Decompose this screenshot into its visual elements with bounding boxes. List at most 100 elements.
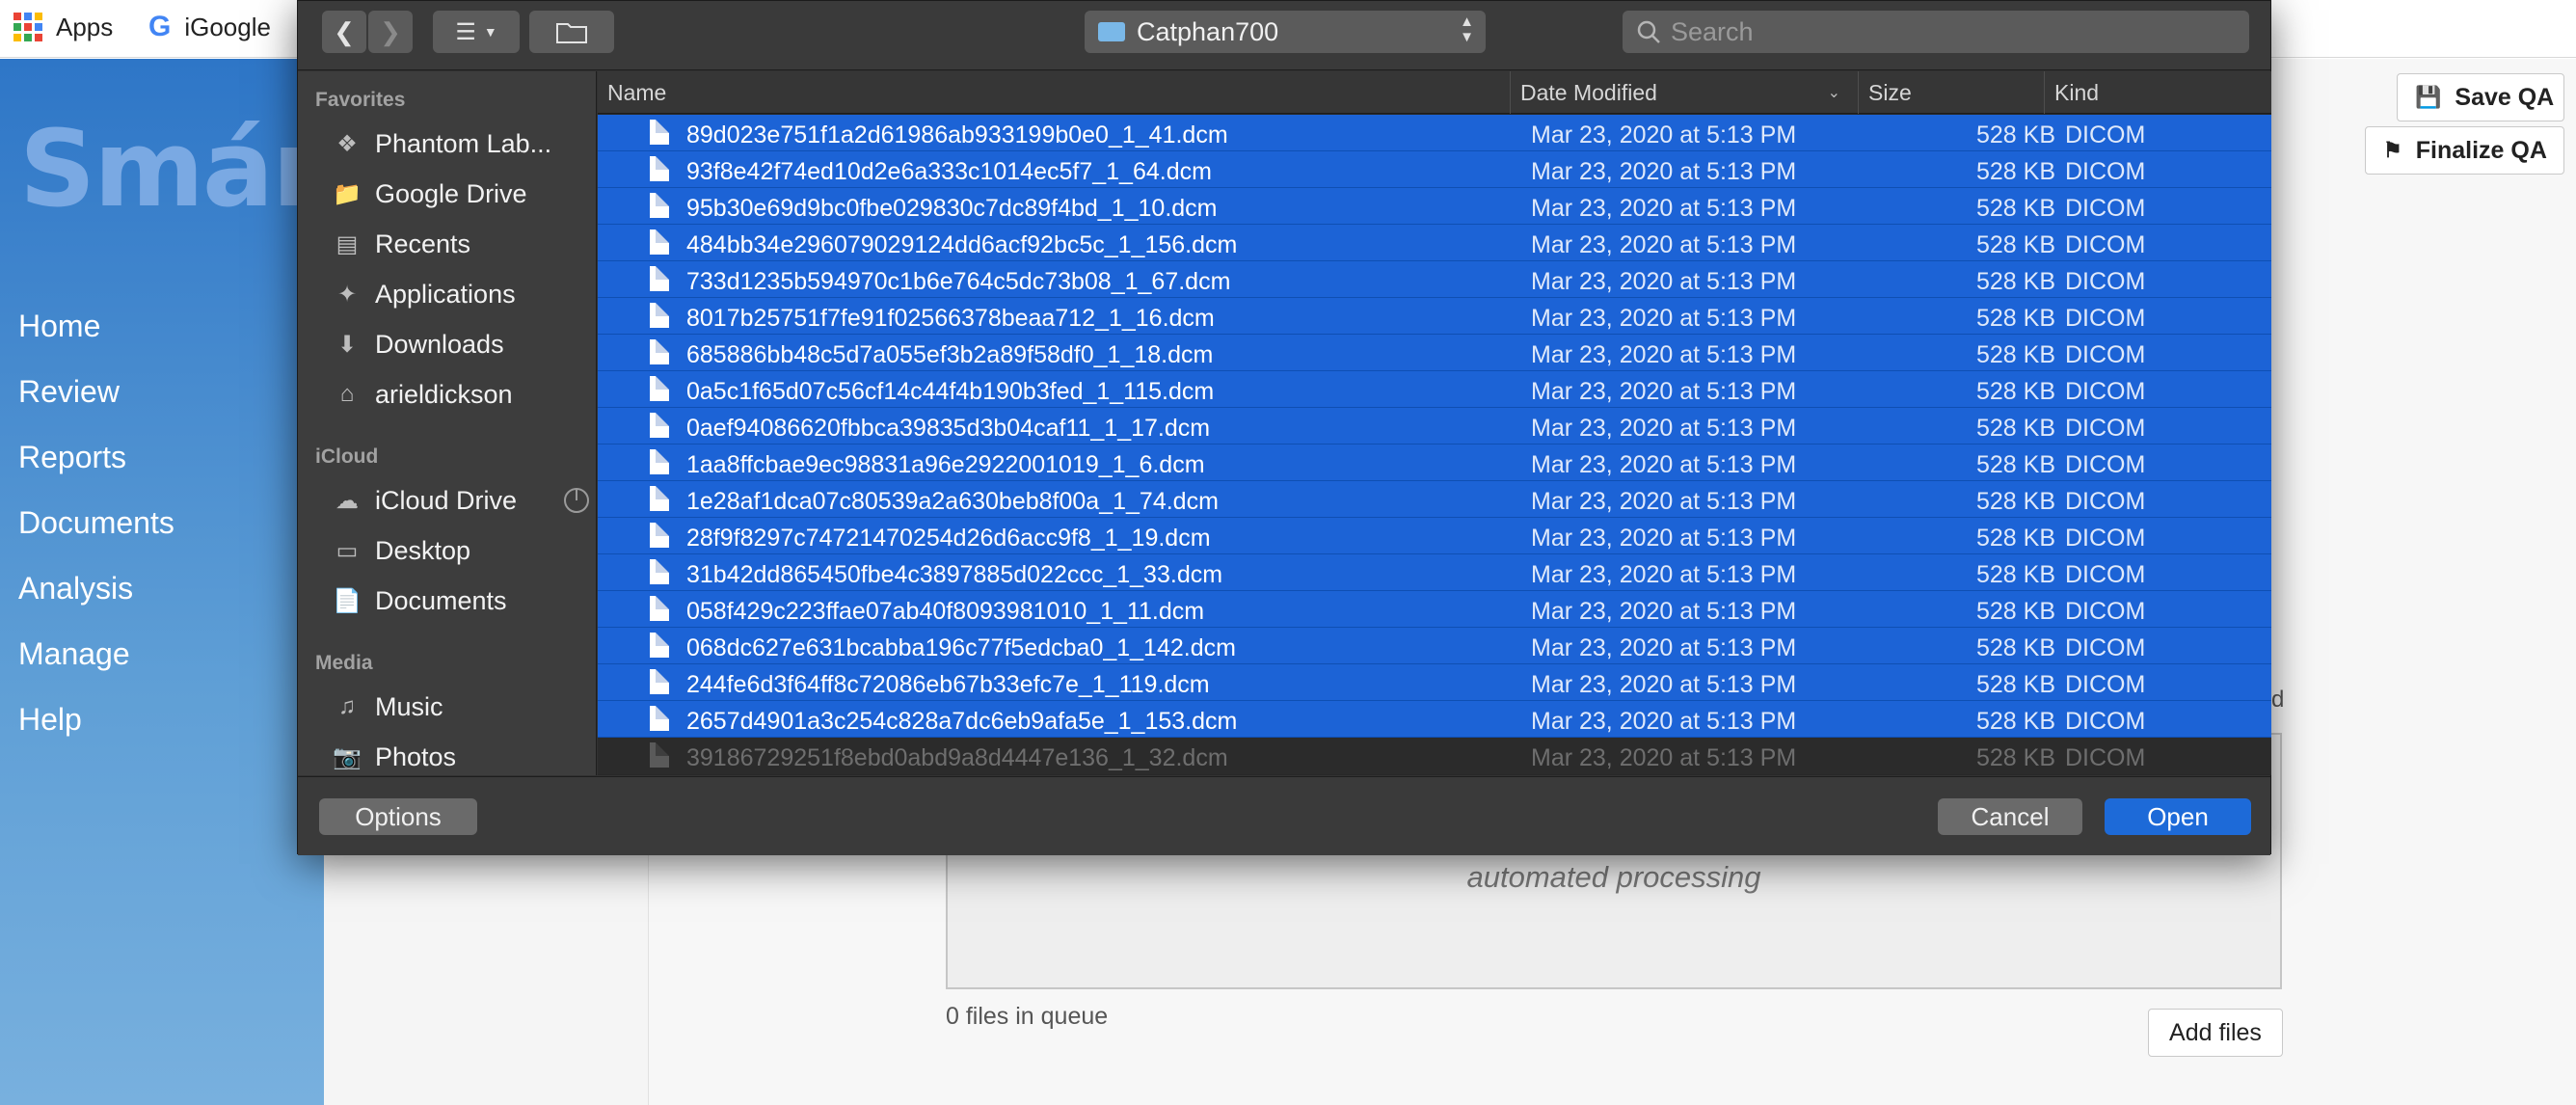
file-row[interactable]: 8017b25751f7fe91f02566378beaa712_1_16.dc… [598, 298, 2271, 335]
file-name: 733d1235b594970c1b6e764c5dc73b08_1_67.dc… [686, 268, 1231, 295]
search-field[interactable] [1623, 11, 2249, 53]
apps-grid-icon [13, 13, 42, 41]
dialog-sidebar: Favorites ❖ Phantom Lab... 📁 Google Driv… [298, 71, 597, 775]
file-kind: DICOM [2065, 195, 2146, 222]
apps-bookmark[interactable]: Apps [13, 8, 113, 46]
column-headers: Name Date Modified ⌄ Size Kind [598, 71, 2271, 114]
file-row[interactable]: 39186729251f8ebd0abd9a8d4447e136_1_32.dc… [598, 738, 2271, 774]
nav-documents[interactable]: Documents [18, 505, 174, 541]
file-date: Mar 23, 2020 at 5:13 PM [1531, 378, 1797, 405]
finalize-qa-button[interactable]: ⚑ Finalize QA [2365, 126, 2564, 175]
recents-icon: ▤ [335, 230, 359, 257]
file-row[interactable]: 0a5c1f65d07c56cf14c44f4b190b3fed_1_115.d… [598, 371, 2271, 408]
chevron-left-icon: ❮ [334, 16, 355, 46]
save-qa-button[interactable]: 💾 Save QA [2397, 73, 2564, 121]
chevron-right-icon: ❯ [380, 16, 401, 46]
document-icon [650, 523, 669, 548]
file-size: 528 KB [1975, 561, 2055, 588]
file-row[interactable]: 685886bb48c5d7a055ef3b2a89f58df0_1_18.dc… [598, 335, 2271, 371]
date-column-header[interactable]: Date Modified ⌄ [1510, 71, 1858, 114]
downloads-icon: ⬇ [336, 331, 358, 358]
file-size: 528 KB [1975, 268, 2055, 295]
forward-button[interactable]: ❯ [368, 11, 413, 53]
date-header-label: Date Modified [1520, 79, 1657, 105]
sidebar-item-label: Music [375, 691, 443, 721]
sidebar-item-applications[interactable]: ✦ Applications [331, 273, 591, 315]
file-row[interactable]: 0aef94086620fbbca39835d3b04caf11_1_17.dc… [598, 408, 2271, 445]
cancel-button[interactable]: Cancel [1938, 798, 2082, 835]
open-button[interactable]: Open [2105, 798, 2251, 835]
file-row[interactable]: 068dc627e631bcabba196c77f5edcba0_1_142.d… [598, 628, 2271, 664]
file-row[interactable]: 244fe6d3f64ff8c72086eb67b33efc7e_1_119.d… [598, 664, 2271, 701]
file-row[interactable]: 93f8e42f74ed10d2e6a333c1014ec5f7_1_64.dc… [598, 151, 2271, 188]
file-row[interactable]: 058f429c223ffae07ab40f8093981010_1_11.dc… [598, 591, 2271, 628]
file-date: Mar 23, 2020 at 5:13 PM [1531, 488, 1797, 515]
sidebar-item-icloud-drive[interactable]: ☁ iCloud Drive [331, 479, 591, 522]
file-name: 484bb34e296079029124dd6acf92bc5c_1_156.d… [686, 231, 1238, 258]
nav-help[interactable]: Help [18, 702, 82, 738]
file-date: Mar 23, 2020 at 5:13 PM [1531, 121, 1797, 148]
location-select[interactable]: Catphan700 ▲ ▼ [1085, 11, 1486, 53]
document-icon [650, 706, 669, 731]
options-button[interactable]: Options [319, 798, 477, 835]
document-icon [650, 633, 669, 658]
sidebar-item-downloads[interactable]: ⬇ Downloads [331, 323, 591, 365]
file-kind: DICOM [2065, 561, 2146, 588]
add-files-button[interactable]: Add files [2148, 1009, 2283, 1057]
name-header-label: Name [607, 79, 667, 105]
flag-icon: ⚑ [2383, 138, 2402, 162]
nav-home[interactable]: Home [18, 309, 100, 344]
nav-review[interactable]: Review [18, 374, 120, 410]
file-name: 058f429c223ffae07ab40f8093981010_1_11.dc… [686, 598, 1205, 625]
sidebar-item-photos[interactable]: 📷 Photos [331, 736, 591, 775]
file-row[interactable]: 89d023e751f1a2d61986ab933199b0e0_1_41.dc… [598, 115, 2271, 151]
file-row[interactable]: 733d1235b594970c1b6e764c5dc73b08_1_67.dc… [598, 261, 2271, 298]
file-row[interactable]: 1aa8ffcbae9ec98831a96e2922001019_1_6.dcm… [598, 445, 2271, 481]
size-column-header[interactable]: Size [1858, 71, 2044, 114]
nav-analysis[interactable]: Analysis [18, 571, 133, 606]
igoogle-bookmark[interactable]: G iGoogle [148, 8, 271, 46]
sidebar-item-music[interactable]: ♫ Music [331, 686, 591, 728]
sidebar-item-google-drive[interactable]: 📁 Google Drive [331, 173, 591, 215]
file-date: Mar 23, 2020 at 5:13 PM [1531, 415, 1797, 442]
sidebar-item-phantom-lab[interactable]: ❖ Phantom Lab... [331, 122, 591, 165]
home-icon: ⌂ [339, 381, 355, 407]
back-button[interactable]: ❮ [322, 11, 366, 53]
file-row[interactable]: 28f9f8297c74721470254d26d6acc9f8_1_19.dc… [598, 518, 2271, 554]
file-row[interactable]: 95b30e69d9bc0fbe029830c7dc89f4bd_1_10.dc… [598, 188, 2271, 225]
file-size: 528 KB [1975, 415, 2055, 442]
nav-manage[interactable]: Manage [18, 636, 130, 672]
file-date: Mar 23, 2020 at 5:13 PM [1531, 268, 1797, 295]
file-date: Mar 23, 2020 at 5:13 PM [1531, 598, 1797, 625]
search-input[interactable] [1671, 16, 2211, 47]
document-icon [650, 669, 669, 694]
file-name: 685886bb48c5d7a055ef3b2a89f58df0_1_18.dc… [686, 341, 1214, 368]
file-name: 31b42dd865450fbe4c3897885d022ccc_1_33.dc… [686, 561, 1223, 588]
view-options-button[interactable]: ☰ ▼ [433, 11, 520, 53]
file-kind: DICOM [2065, 488, 2146, 515]
file-row[interactable]: 1e28af1dca07c80539a2a630beb8f00a_1_74.dc… [598, 481, 2271, 518]
file-row[interactable]: 31b42dd865450fbe4c3897885d022ccc_1_33.dc… [598, 554, 2271, 591]
kind-column-header[interactable]: Kind [2044, 71, 2271, 114]
file-kind: DICOM [2065, 378, 2146, 405]
sidebar-item-documents[interactable]: 📄 Documents [331, 579, 591, 622]
name-column-header[interactable]: Name [598, 71, 1510, 114]
file-date: Mar 23, 2020 at 5:13 PM [1531, 451, 1797, 478]
file-name: 1e28af1dca07c80539a2a630beb8f00a_1_74.dc… [686, 488, 1219, 515]
file-name: 1aa8ffcbae9ec98831a96e2922001019_1_6.dcm [686, 451, 1205, 478]
save-icon: 💾 [2415, 85, 2442, 109]
sidebar-item-label: Downloads [375, 329, 504, 359]
sort-chevron-down-icon: ⌄ [1827, 85, 1840, 101]
applications-icon: ✦ [336, 281, 358, 308]
file-row[interactable]: 2657d4901a3c254c828a7dc6eb9afa5e_1_153.d… [598, 701, 2271, 738]
file-kind: DICOM [2065, 415, 2146, 442]
file-size: 528 KB [1975, 378, 2055, 405]
file-size: 528 KB [1975, 121, 2055, 148]
sidebar-item-desktop[interactable]: ▭ Desktop [331, 529, 591, 572]
nav-reports[interactable]: Reports [18, 440, 126, 475]
file-row[interactable]: 484bb34e296079029124dd6acf92bc5c_1_156.d… [598, 225, 2271, 261]
file-size: 528 KB [1975, 195, 2055, 222]
new-folder-button[interactable] [529, 11, 614, 53]
sidebar-item-home[interactable]: ⌂ arieldickson [331, 373, 591, 416]
sidebar-item-recents[interactable]: ▤ Recents [331, 223, 591, 265]
